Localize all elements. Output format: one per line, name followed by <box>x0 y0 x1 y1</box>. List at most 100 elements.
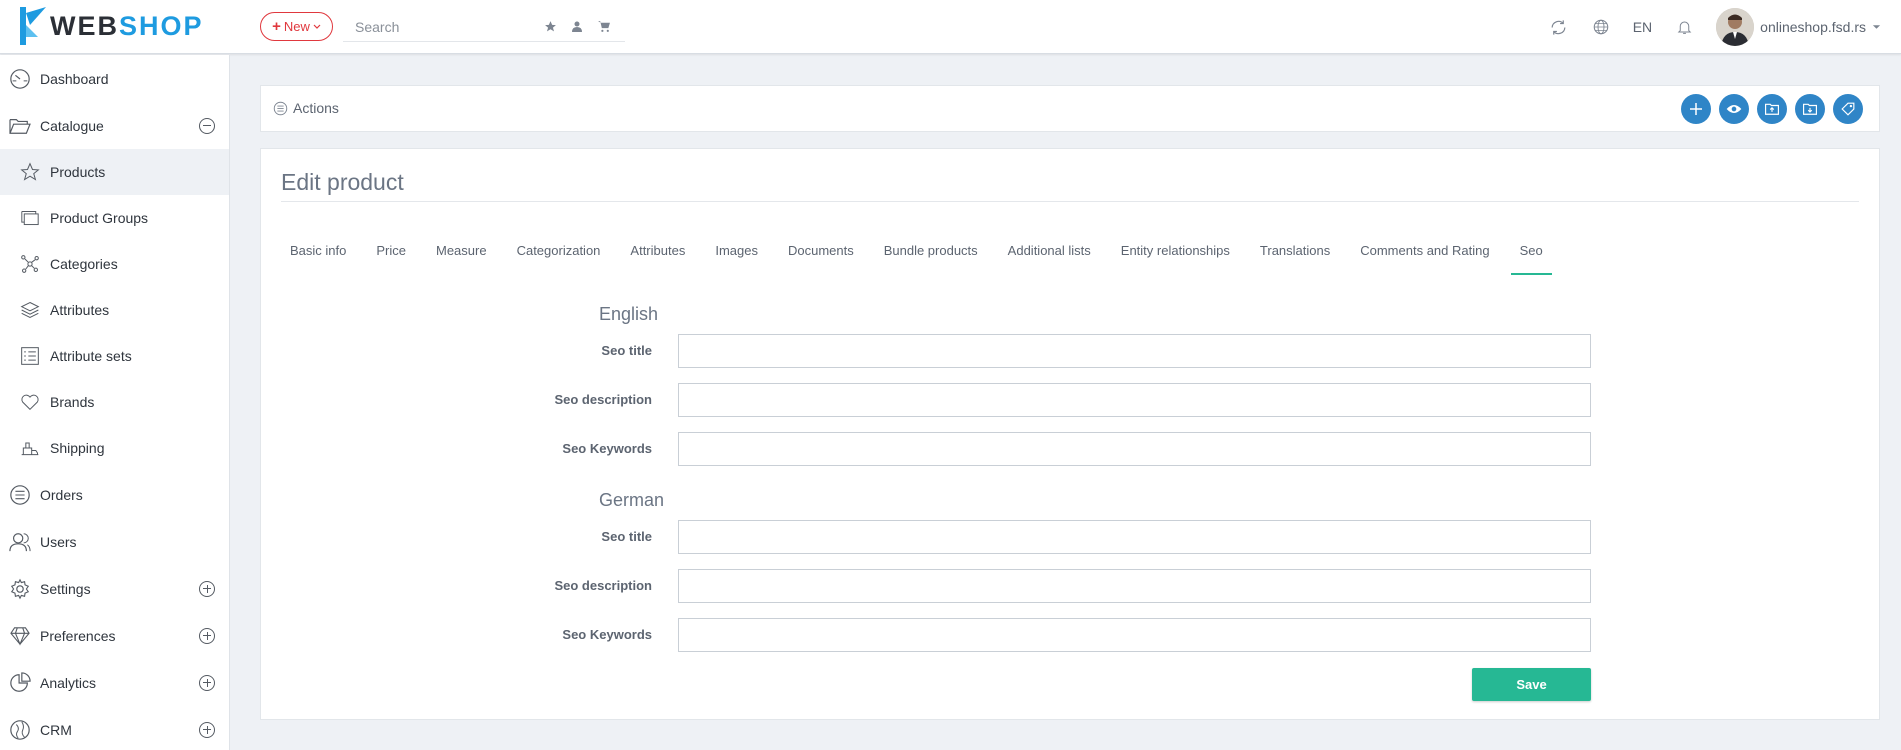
sidebar-item-settings[interactable]: Settings <box>0 565 229 612</box>
add-button[interactable] <box>1681 94 1711 124</box>
tab-seo[interactable]: Seo <box>1510 241 1552 275</box>
title-divider <box>281 201 1859 202</box>
save-button[interactable]: Save <box>1472 668 1591 701</box>
form-row-seo-keywords-en: Seo Keywords <box>261 432 1591 466</box>
logo-text-shop: SHOP <box>119 10 204 41</box>
cart-filter-icon[interactable] <box>597 20 611 33</box>
field-label: Seo Keywords <box>562 627 652 642</box>
sidebar-item-label: Attributes <box>50 302 110 318</box>
edit-product-card: Edit product Basic info Price Measure Ca… <box>260 148 1880 720</box>
top-bar: WEBSHOP + New EN <box>0 0 1901 54</box>
new-button-label: New <box>283 19 310 34</box>
actions-bar: Actions <box>260 85 1880 132</box>
user-menu[interactable]: onlineshop.fsd.rs <box>1716 8 1881 46</box>
tab-comments-and-rating[interactable]: Comments and Rating <box>1351 241 1498 275</box>
form-row-seo-keywords-de: Seo Keywords <box>261 618 1591 652</box>
sidebar-item-products[interactable]: Products <box>0 149 229 195</box>
add-icon <box>1690 103 1702 115</box>
sidebar-item-preferences[interactable]: Preferences <box>0 612 229 659</box>
sidebar-item-brands[interactable]: Brands <box>0 379 229 425</box>
user-name: onlineshop.fsd.rs <box>1760 19 1866 35</box>
sidebar-item-attributes[interactable]: Attributes <box>0 287 229 333</box>
field-label: Seo description <box>554 392 652 407</box>
bell-icon[interactable] <box>1674 17 1694 37</box>
folder-open-icon <box>8 114 32 138</box>
folder-export-icon <box>1765 103 1779 115</box>
tab-attributes[interactable]: Attributes <box>621 241 694 275</box>
product-groups-icon <box>18 206 42 230</box>
sidebar-item-label: Orders <box>40 486 83 503</box>
folder-import-icon <box>1803 103 1817 115</box>
sidebar-item-dashboard[interactable]: Dashboard <box>0 55 229 102</box>
seo-keywords-input-en[interactable] <box>678 432 1591 466</box>
tab-entity-relationships[interactable]: Entity relationships <box>1112 241 1239 275</box>
sidebar: Dashboard Catalogue Products Product Gro… <box>0 55 230 750</box>
form-row-seo-title-de: Seo title <box>261 520 1591 554</box>
seo-title-input-en[interactable] <box>678 334 1591 368</box>
tab-additional-lists[interactable]: Additional lists <box>999 241 1100 275</box>
sidebar-item-label: Users <box>40 533 77 550</box>
sidebar-item-label: Product Groups <box>50 210 149 226</box>
users-icon <box>8 530 32 554</box>
sidebar-item-label: Preferences <box>40 627 116 644</box>
sidebar-item-analytics[interactable]: Analytics <box>0 659 229 706</box>
seo-description-input-en[interactable] <box>678 383 1591 417</box>
diamond-icon <box>8 624 32 648</box>
export-button[interactable] <box>1757 94 1787 124</box>
seo-title-input-de[interactable] <box>678 520 1591 554</box>
tab-basic-info[interactable]: Basic info <box>281 241 355 275</box>
sidebar-item-orders[interactable]: Orders <box>0 471 229 518</box>
sidebar-item-shipping[interactable]: Shipping <box>0 425 229 471</box>
star-filter-icon[interactable] <box>544 20 557 33</box>
list-icon <box>18 344 42 368</box>
seo-description-input-de[interactable] <box>678 569 1591 603</box>
globe-icon[interactable] <box>1591 17 1611 37</box>
tab-images[interactable]: Images <box>706 241 767 275</box>
tab-price[interactable]: Price <box>367 241 415 275</box>
language-heading-german: German <box>599 490 665 510</box>
field-label: Seo description <box>554 578 652 593</box>
tab-categorization[interactable]: Categorization <box>508 241 610 275</box>
field-label: Seo title <box>601 343 652 358</box>
language-heading-english: English <box>599 304 659 324</box>
tag-icon <box>1841 102 1855 116</box>
sidebar-item-attribute-sets[interactable]: Attribute sets <box>0 333 229 379</box>
avatar <box>1716 8 1755 46</box>
sidebar-item-product-groups[interactable]: Product Groups <box>0 195 229 241</box>
sidebar-item-label: Products <box>50 164 106 180</box>
sidebar-item-label: Shipping <box>50 440 105 456</box>
sidebar-item-categories[interactable]: Categories <box>0 241 229 287</box>
pie-chart-icon <box>8 671 32 695</box>
preview-button[interactable] <box>1719 94 1749 124</box>
seo-keywords-input-de[interactable] <box>678 618 1591 652</box>
actions-toggle[interactable]: Actions <box>273 100 339 116</box>
logo[interactable]: WEBSHOP <box>20 6 204 46</box>
expand-icon[interactable] <box>199 674 215 691</box>
page-title: Edit product <box>281 169 404 195</box>
sidebar-item-catalogue[interactable]: Catalogue <box>0 102 229 149</box>
crm-icon <box>8 718 32 742</box>
language-selector[interactable]: EN <box>1633 19 1652 35</box>
heart-icon <box>18 390 42 414</box>
tab-documents[interactable]: Documents <box>779 241 863 275</box>
import-button[interactable] <box>1795 94 1825 124</box>
sidebar-item-label: Catalogue <box>40 117 104 134</box>
expand-icon[interactable] <box>199 627 215 644</box>
sidebar-item-users[interactable]: Users <box>0 518 229 565</box>
sidebar-item-crm[interactable]: CRM <box>0 706 229 750</box>
tab-measure[interactable]: Measure <box>427 241 496 275</box>
expand-icon[interactable] <box>199 721 215 738</box>
tag-button[interactable] <box>1833 94 1863 124</box>
refresh-icon[interactable] <box>1549 17 1569 37</box>
dashboard-icon <box>8 67 32 91</box>
new-button[interactable]: + New <box>260 12 333 41</box>
user-filter-icon[interactable] <box>571 20 583 33</box>
expand-icon[interactable] <box>199 580 215 597</box>
search-input[interactable] <box>343 18 543 35</box>
orders-icon <box>8 483 32 507</box>
collapse-icon[interactable] <box>199 117 215 134</box>
field-label: Seo Keywords <box>562 441 652 456</box>
sidebar-item-label: Attribute sets <box>50 348 132 364</box>
tab-bundle-products[interactable]: Bundle products <box>875 241 987 275</box>
tab-translations[interactable]: Translations <box>1251 241 1339 275</box>
